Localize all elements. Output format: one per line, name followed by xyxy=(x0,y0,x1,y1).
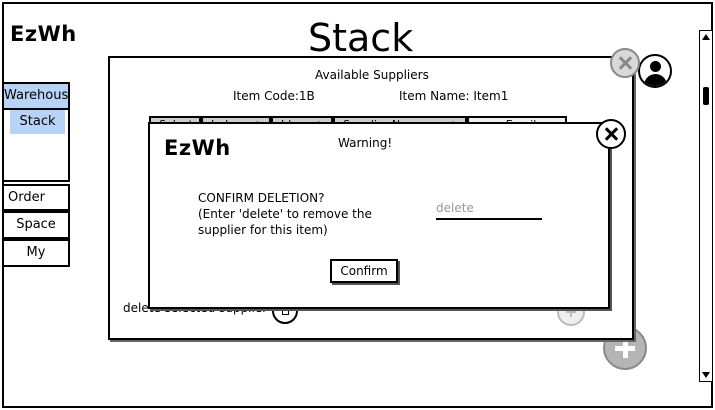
confirm-deletion-message: CONFIRM DELETION? (Enter 'delete' to rem… xyxy=(198,191,372,237)
user-avatar-icon[interactable] xyxy=(638,54,672,88)
item-code-label: Item Code:1B xyxy=(233,89,315,103)
dialog-logo: EzWh xyxy=(164,136,231,160)
sidebar-item-space[interactable]: Space xyxy=(2,211,70,239)
close-icon[interactable] xyxy=(610,48,640,78)
vertical-scrollbar[interactable] xyxy=(699,30,713,382)
avatar-head xyxy=(650,61,661,72)
dialog-title: Available Suppliers xyxy=(315,68,429,82)
confirm-button[interactable]: Confirm xyxy=(330,259,398,283)
sidebar-item-my[interactable]: My xyxy=(2,239,70,267)
sidebar-item-order[interactable]: Order xyxy=(2,184,70,211)
app-logo: EzWh xyxy=(10,22,77,46)
item-name-label: Item Name: Item1 xyxy=(399,89,509,103)
page-title: Stack xyxy=(308,16,414,60)
sidebar-subitem-stack[interactable]: Stack xyxy=(10,110,65,134)
avatar-body xyxy=(644,74,667,86)
delete-confirmation-input[interactable] xyxy=(436,198,542,220)
close-icon[interactable] xyxy=(596,119,626,149)
warning-title: Warning! xyxy=(338,136,393,150)
scroll-up-icon[interactable] xyxy=(702,34,710,40)
scroll-thumb[interactable] xyxy=(703,87,709,105)
scroll-down-icon[interactable] xyxy=(702,372,710,378)
sidebar-item-warehouse[interactable]: Warehous xyxy=(2,82,70,110)
